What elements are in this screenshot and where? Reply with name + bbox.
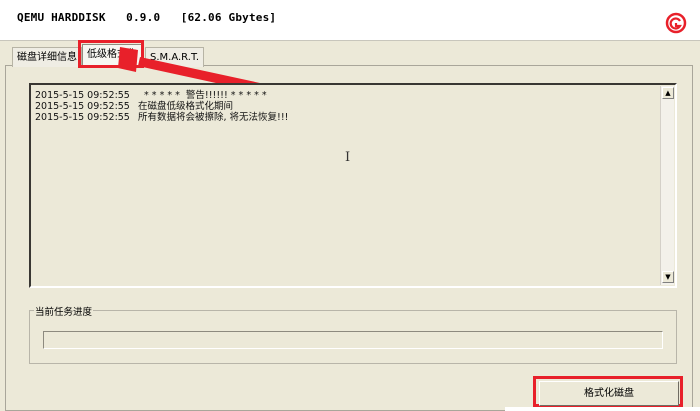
brand-logo-icon [665, 12, 687, 34]
tab-label: S.M.A.R.T. [150, 52, 200, 63]
title-bar: QEMU HARDDISK 0.9.0 [62.06 Gbytes] [0, 0, 700, 40]
tab-smart[interactable]: S.M.A.R.T. [145, 47, 205, 67]
log-textarea[interactable]: 2015-5-15 09:52:55 * * * * * 警告!!!!!! * … [29, 83, 677, 288]
format-disk-button[interactable]: 格式化磁盘 [539, 381, 679, 406]
progress-bar [43, 331, 663, 349]
scroll-up-icon[interactable]: ▲ [662, 87, 674, 99]
log-time: 2015-5-15 09:52:55 [35, 112, 130, 123]
scroll-down-icon[interactable]: ▼ [662, 271, 674, 283]
progress-label: 当前任务进度 [34, 304, 94, 318]
tab-annotation-box [78, 40, 144, 68]
text-cursor-icon: I [345, 150, 351, 165]
tab-label: 磁盘详细信息 [17, 52, 77, 63]
log-scrollbar[interactable]: ▲ ▼ [660, 86, 674, 285]
tab-disk-details[interactable]: 磁盘详细信息 [12, 47, 82, 67]
device-title: QEMU HARDDISK 0.9.0 [62.06 Gbytes] [17, 11, 277, 24]
bottom-strip [505, 407, 700, 411]
log-line: 2015-5-15 09:52:55 所有数据将会被擦除, 将无法恢复!!! [35, 109, 288, 123]
progress-groupbox: 当前任务进度 [29, 304, 677, 364]
log-message: 所有数据将会被擦除, 将无法恢复!!! [138, 112, 289, 123]
